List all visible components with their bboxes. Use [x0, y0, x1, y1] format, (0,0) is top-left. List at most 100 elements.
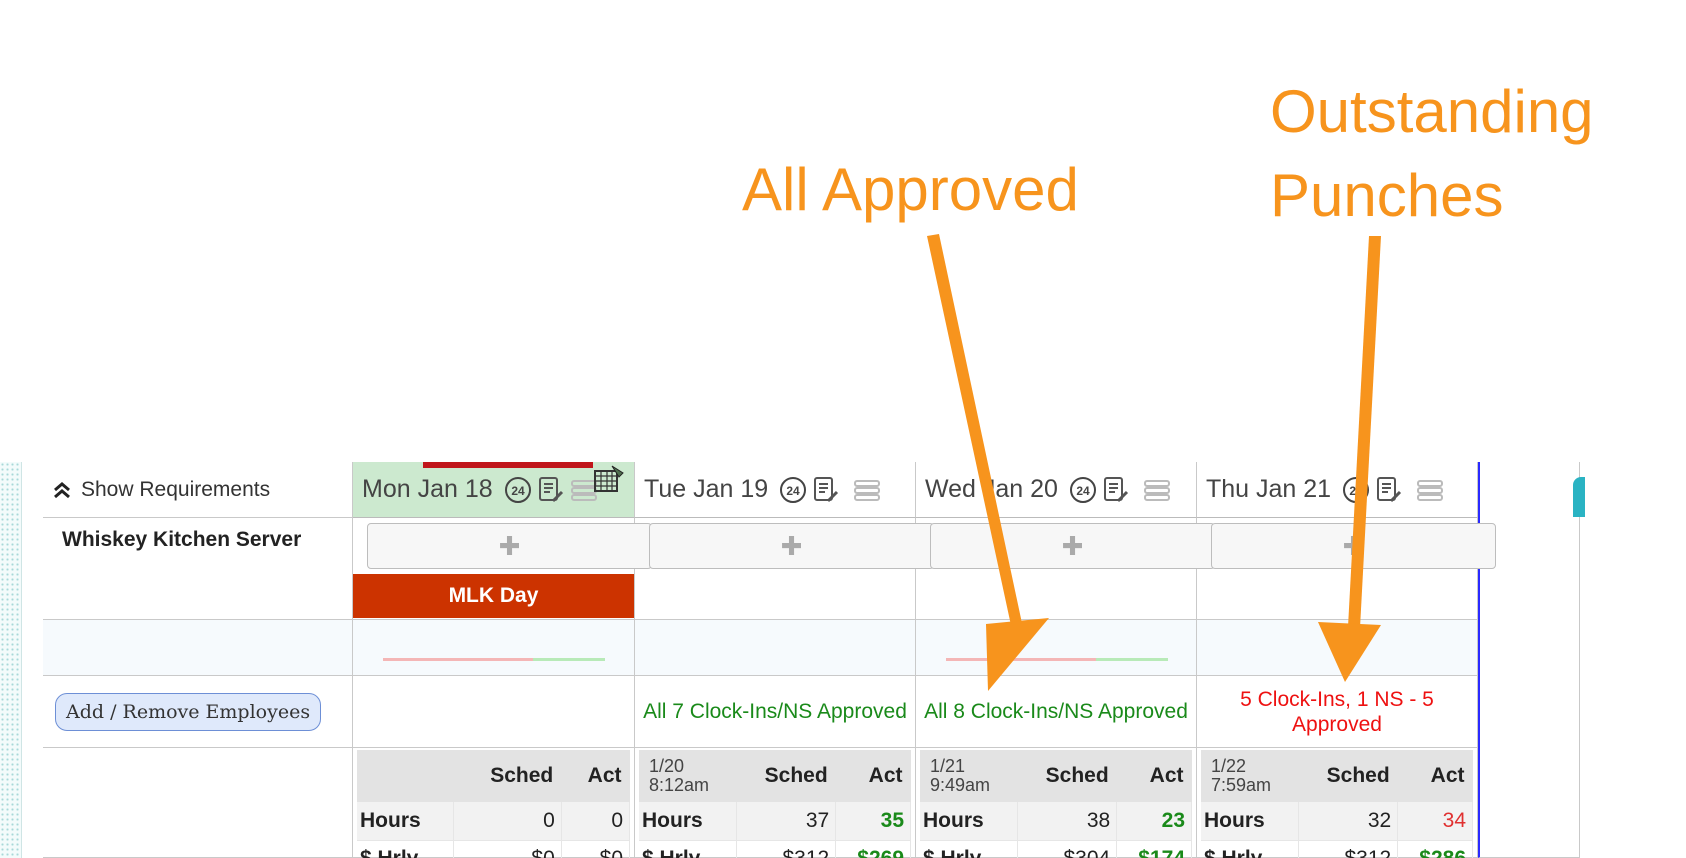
budget-cell-tue: [635, 620, 916, 676]
day-header-mon[interactable]: Mon Jan 18 24: [353, 462, 635, 518]
add-shift-button[interactable]: ✚: [1211, 523, 1496, 569]
24-hour-icon[interactable]: 24: [503, 475, 533, 505]
stats-table: Sched Act Hours 0 0 $ Hrly $0 $0: [357, 750, 631, 858]
show-requirements-toggle[interactable]: Show Requirements: [43, 462, 353, 518]
hours-sched: 0: [453, 802, 562, 841]
act-header: Act: [561, 750, 630, 802]
hours-label: Hours: [920, 802, 1019, 841]
24-hour-icon[interactable]: 24: [1341, 475, 1371, 505]
stats-date-day: 1/20: [649, 756, 685, 776]
add-shift-button[interactable]: ✚: [649, 523, 934, 569]
sched-header: Sched: [1017, 750, 1117, 802]
day-label: Thu Jan 21: [1206, 475, 1332, 503]
hrly-label: $ Hrly: [639, 840, 738, 858]
approval-status-thu[interactable]: 5 Clock-Ins, 1 NS - 5 Approved: [1197, 676, 1478, 748]
shift-cell-wed: ✚: [916, 518, 1215, 620]
hours-sched: 32: [1298, 802, 1399, 841]
shift-cell-thu: ✚: [1197, 518, 1496, 620]
hours-sched: 38: [1017, 802, 1118, 841]
sched-header: Sched: [453, 750, 562, 802]
holiday-banner: MLK Day: [353, 574, 634, 618]
day-label: Tue Jan 19: [644, 475, 769, 503]
annotation-outstanding-line1: Outstanding: [1270, 78, 1594, 145]
annotation-all-approved: All Approved: [742, 156, 1079, 223]
notes-icon[interactable]: [812, 475, 840, 505]
hours-act: 23: [1116, 802, 1192, 841]
add-shift-button[interactable]: ✚: [930, 523, 1215, 569]
show-requirements-label: Show Requirements: [81, 477, 271, 501]
calendar-icon[interactable]: [592, 464, 626, 496]
shift-cell-mon: ✚ MLK Day: [353, 518, 652, 620]
stack-icon[interactable]: [1142, 477, 1172, 503]
day-header-tue[interactable]: Tue Jan 19 24: [635, 462, 916, 518]
act-header: Act: [1116, 750, 1192, 802]
chevron-double-up-icon: [54, 481, 70, 498]
notes-icon[interactable]: [537, 475, 565, 505]
hours-label: Hours: [1201, 802, 1300, 841]
stats-date-time: 7:59am: [1211, 775, 1272, 795]
hours-label: Hours: [639, 802, 738, 841]
next-day-column-partial: [1478, 462, 1580, 858]
24-hour-icon[interactable]: 24: [778, 475, 808, 505]
act-header: Act: [835, 750, 911, 802]
24-hour-icon[interactable]: 24: [1068, 475, 1098, 505]
hrly-act: $174: [1116, 840, 1192, 858]
approval-status-wed[interactable]: All 8 Clock-Ins/NS Approved: [916, 676, 1197, 748]
add-remove-employees-button[interactable]: Add / Remove Employees: [55, 692, 322, 731]
budget-label-cell: [43, 620, 353, 676]
stats-date-time: 8:12am: [649, 775, 710, 795]
budget-bar-sched: [946, 658, 1096, 661]
shift-cell-tue: ✚: [635, 518, 934, 620]
budget-bar-remaining: [1096, 658, 1168, 661]
notes-icon[interactable]: [1102, 475, 1130, 505]
hours-label: Hours: [357, 802, 454, 841]
stats-date-day: 1/22: [1211, 756, 1247, 776]
hrly-sched: $312: [1298, 840, 1399, 858]
budget-cell-wed: [916, 620, 1197, 676]
sched-header: Sched: [1298, 750, 1398, 802]
budget-cell-thu: [1197, 620, 1478, 676]
stats-table: 1/208:12am Sched Act Hours 37 35 $ Hrly …: [639, 750, 911, 858]
approval-status-mon[interactable]: [353, 676, 635, 748]
stats-date: 1/20 8:12am: [639, 750, 737, 802]
hrly-label: $ Hrly: [357, 840, 454, 858]
holiday-indicator-bar: [423, 462, 593, 468]
hrly-act: $0: [561, 840, 631, 858]
annotation-outstanding-line2: Punches: [1270, 162, 1504, 229]
notes-icon[interactable]: [1375, 475, 1403, 505]
hours-act: 34: [1397, 802, 1473, 841]
plus-icon: ✚: [780, 530, 803, 561]
stats-date: 1/22 7:59am: [1201, 750, 1299, 802]
hrly-label: $ Hrly: [1201, 840, 1300, 858]
schedule-grid-app: Show Requirements Mon Jan 18 24 Tue Jan …: [0, 462, 1580, 858]
stats-thu: 1/227:59am Sched Act Hours 32 34 $ Hrly …: [1197, 748, 1478, 858]
hrly-act: $286: [1397, 840, 1473, 858]
add-shift-button[interactable]: ✚: [367, 523, 652, 569]
stats-date: 1/21 9:49am: [920, 750, 1018, 802]
hrly-sched: $312: [736, 840, 837, 858]
stats-date: [357, 750, 454, 802]
budget-cell-mon: [353, 620, 635, 676]
position-name: Whiskey Kitchen Server: [43, 518, 353, 620]
side-panel-tab[interactable]: [1573, 477, 1585, 517]
svg-text:24: 24: [511, 484, 525, 498]
plus-icon: ✚: [1061, 530, 1084, 561]
stats-mon: Sched Act Hours 0 0 $ Hrly $0 $0: [353, 748, 635, 858]
stats-label-cell: [43, 748, 353, 858]
svg-text:24: 24: [786, 484, 800, 498]
annotation-outstanding-punches: Outstanding Punches: [1270, 70, 1594, 238]
plus-icon: ✚: [498, 530, 521, 561]
hrly-sched: $0: [453, 840, 562, 858]
stack-icon[interactable]: [852, 477, 882, 503]
plus-icon: ✚: [1342, 530, 1365, 561]
hrly-label: $ Hrly: [920, 840, 1019, 858]
day-header-thu[interactable]: Thu Jan 21 24: [1197, 462, 1478, 518]
schedule-grid: Show Requirements Mon Jan 18 24 Tue Jan …: [43, 462, 1580, 858]
budget-bar-remaining: [533, 658, 605, 661]
stack-icon[interactable]: [1415, 477, 1445, 503]
hours-sched: 37: [736, 802, 837, 841]
day-header-wed[interactable]: Wed Jan 20 24: [916, 462, 1197, 518]
stats-table: 1/227:59am Sched Act Hours 32 34 $ Hrly …: [1201, 750, 1473, 858]
hours-act: 35: [835, 802, 911, 841]
approval-status-tue[interactable]: All 7 Clock-Ins/NS Approved: [635, 676, 916, 748]
